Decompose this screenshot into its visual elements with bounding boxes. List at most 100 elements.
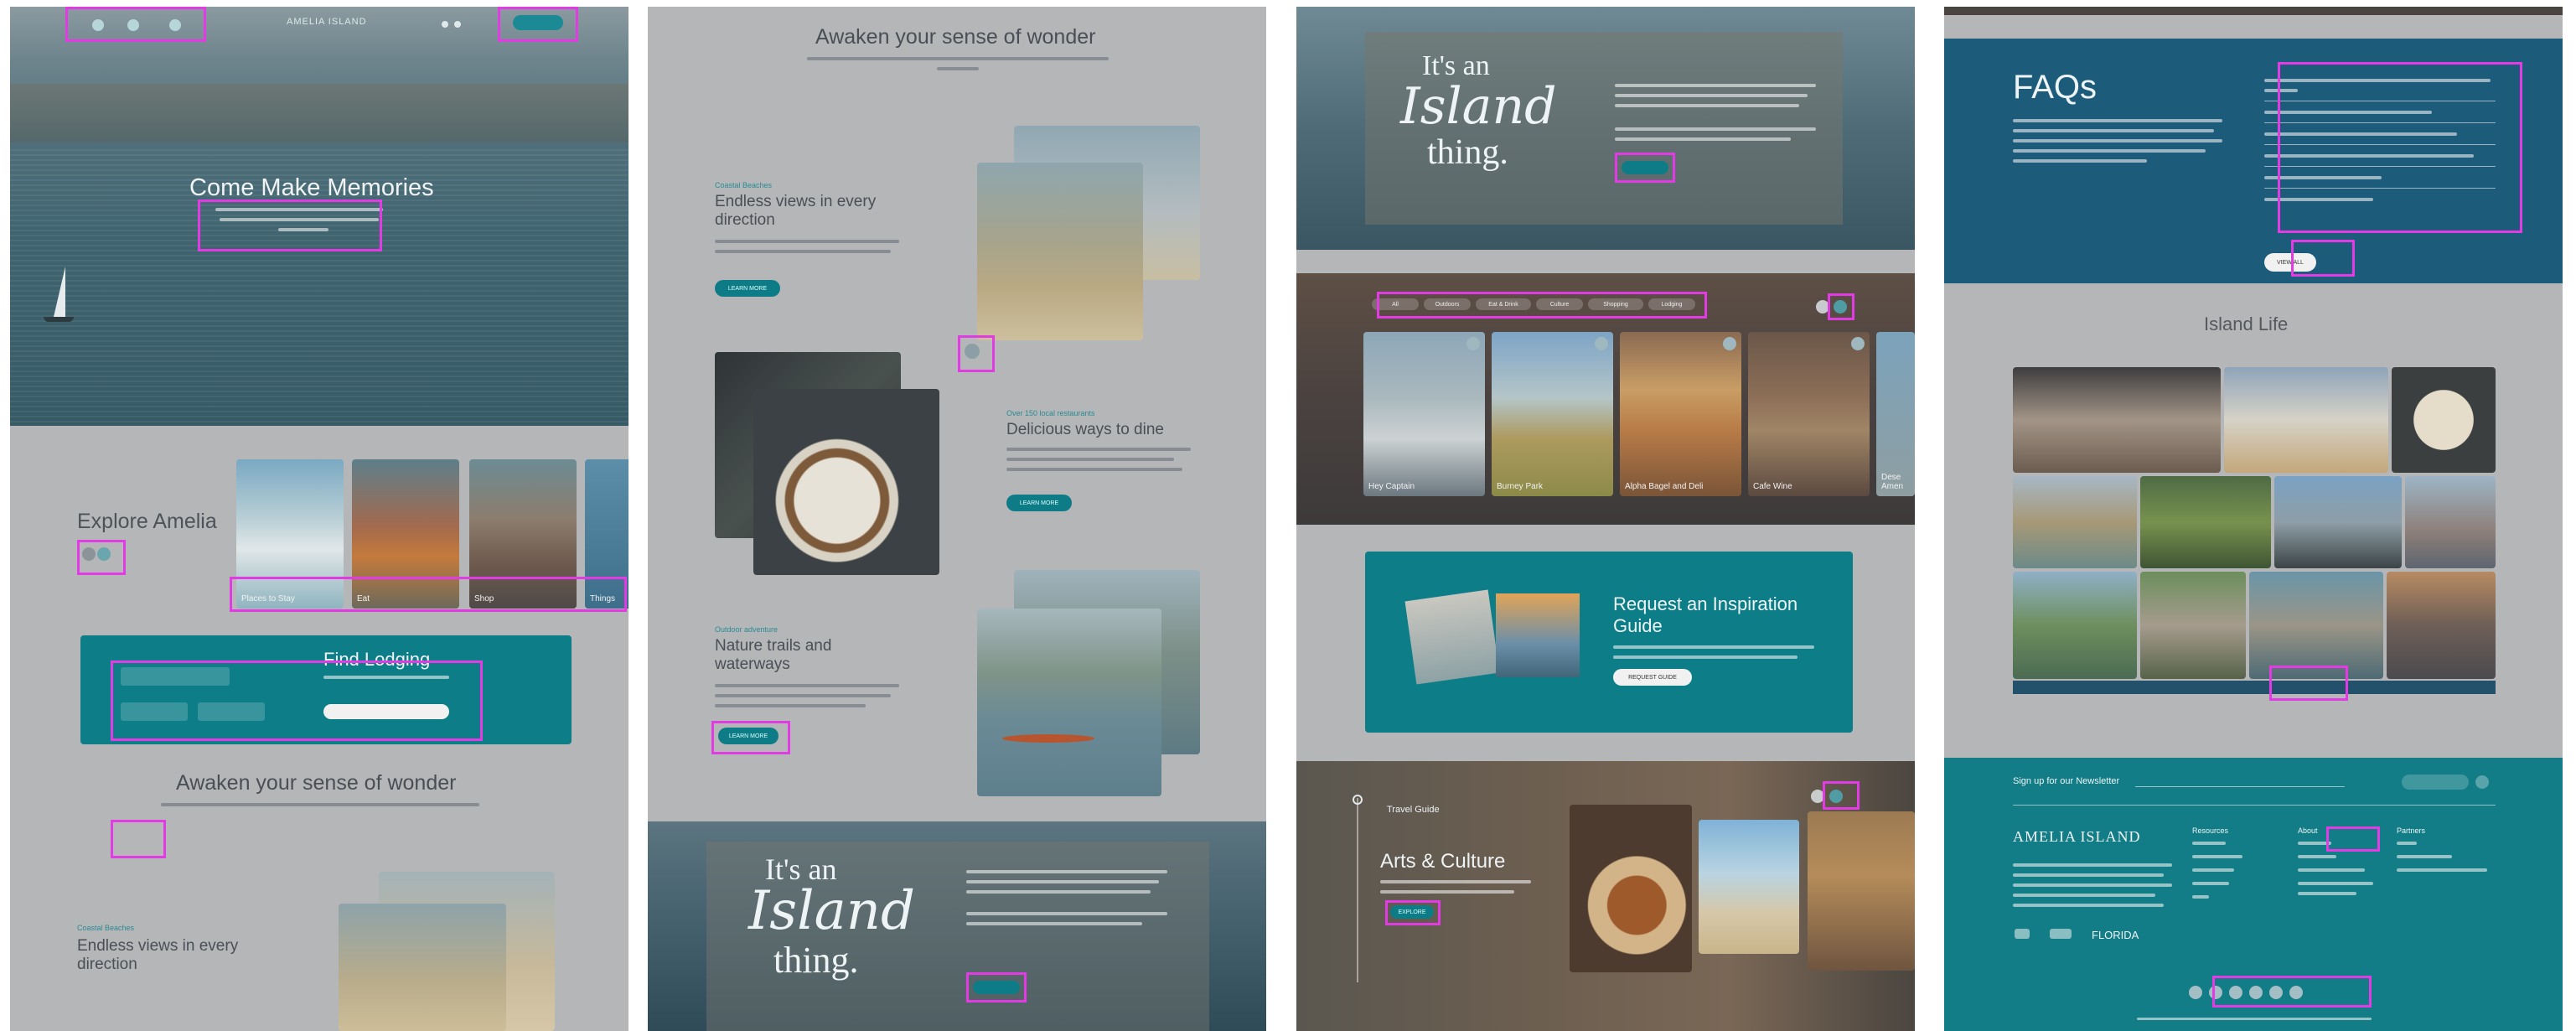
section-desc: [715, 704, 866, 707]
favorite-icon[interactable]: [1851, 337, 1865, 350]
footer-link[interactable]: [2192, 868, 2234, 872]
footer-link[interactable]: [2192, 855, 2242, 858]
favorite-icon[interactable]: [1723, 337, 1736, 350]
favorite-icon[interactable]: [1595, 337, 1608, 350]
gallery-photo[interactable]: [2392, 367, 2496, 473]
island-desc: [966, 912, 1167, 915]
hero-horizon: [10, 84, 628, 142]
kayak-photo: [977, 609, 1161, 796]
faq-section: FAQs VIEW ALL: [1944, 39, 2563, 283]
faq-intro: [2013, 139, 2222, 142]
section-desc: [1006, 448, 1191, 451]
carousel-card[interactable]: Cafe Wine: [1748, 332, 1870, 496]
footer-link[interactable]: [2298, 882, 2373, 885]
facebook-icon[interactable]: [2189, 986, 2202, 999]
timeline-line: [1357, 798, 1358, 982]
faq-intro: [2013, 119, 2222, 122]
highlight-faq-questions: [2278, 62, 2522, 233]
highlight-arts-arrow: [1823, 781, 1860, 810]
gallery-photo[interactable]: [2140, 572, 2246, 679]
awaken-subtitle: [161, 803, 479, 806]
newsletter-submit-button[interactable]: [2402, 775, 2469, 790]
highlight-social-icons: [2212, 976, 2372, 1008]
gallery-photo[interactable]: [2274, 476, 2402, 568]
highlight-learn-more: [711, 721, 790, 754]
highlight-dot: [958, 335, 995, 372]
views-eyebrow: Coastal Beaches: [77, 924, 135, 932]
request-guide-button[interactable]: REQUEST GUIDE: [1613, 669, 1692, 686]
faq-intro: [2013, 149, 2206, 153]
card-label: Burney Park: [1497, 482, 1544, 491]
gallery-photo[interactable]: [2013, 367, 2221, 473]
footer-link[interactable]: [2397, 868, 2487, 872]
carousel-card[interactable]: Hey Captain: [1363, 332, 1485, 496]
highlight-nav-icons: [65, 7, 206, 42]
footer-link[interactable]: [2298, 892, 2356, 895]
explore-title: Explore Amelia: [77, 510, 217, 533]
category-carousel-section: All Outdoors Eat & Drink Culture Shoppin…: [1296, 273, 1915, 525]
section-title: Nature trails and waterways: [715, 637, 832, 673]
footer-about-text: [2013, 863, 2172, 867]
footer-link[interactable]: [2397, 842, 2417, 845]
highlight-explore-button: [1385, 900, 1441, 925]
highlight-book-button: [498, 7, 578, 42]
footer-col-head: Partners: [2397, 826, 2426, 835]
card-label: Hey Captain: [1368, 482, 1415, 491]
footer-legal: [2137, 1018, 2372, 1020]
carousel-card[interactable]: Dese Amen: [1876, 332, 1915, 496]
faq-title: FAQs: [2013, 69, 2098, 106]
search-icon[interactable]: [442, 21, 448, 28]
gallery-photo[interactable]: [2387, 572, 2496, 679]
sailboat-icon: [54, 267, 65, 317]
learn-more-button[interactable]: LEARN MORE: [1006, 495, 1072, 511]
footer-logo[interactable]: AMELIA ISLAND: [2013, 828, 2141, 846]
favorite-icon[interactable]: [1466, 337, 1480, 350]
island-desc: [966, 870, 1167, 873]
island-life-title: Island Life: [2204, 313, 2289, 334]
awaken-subtitle-line-1: [807, 57, 1109, 60]
footer-link[interactable]: [2298, 855, 2336, 858]
newsletter-input[interactable]: [2135, 786, 2345, 787]
gallery-photo[interactable]: [2013, 476, 2137, 568]
footer-link[interactable]: [2397, 855, 2452, 858]
awaken-title: Awaken your sense of wonder: [176, 771, 457, 795]
gallery-photo[interactable]: [2249, 572, 2383, 679]
highlight-hero-subtitle: [198, 199, 382, 251]
section-desc: [715, 694, 891, 697]
guide-desc: [1613, 655, 1798, 659]
learn-more-button[interactable]: LEARN MORE: [715, 280, 780, 297]
arts-eyebrow: Travel Guide: [1387, 805, 1440, 815]
carousel-card[interactable]: Burney Park: [1492, 332, 1613, 496]
site-logo[interactable]: AMELIA ISLAND: [287, 17, 367, 27]
footer-about-text: [2013, 883, 2172, 887]
footer-link[interactable]: [2192, 842, 2226, 845]
newsletter-arrow-icon[interactable]: [2475, 775, 2489, 789]
highlight-footer-link: [2326, 826, 2380, 852]
island-island: Island: [1400, 77, 1557, 136]
island-desc: [1615, 104, 1799, 107]
footer-col-head: Resources: [2192, 826, 2229, 835]
carousel-card[interactable]: Alpha Bagel and Deli: [1620, 332, 1741, 496]
gallery-photo[interactable]: [2013, 572, 2137, 679]
island-desc: [1615, 127, 1816, 131]
island-life-grid: [2013, 367, 2496, 697]
screenshot-panel-island: It's an Island thing. All Outdoors Eat &…: [1296, 7, 1915, 1031]
arts-desc: [1380, 880, 1531, 883]
see-more-bar[interactable]: [2013, 681, 2496, 694]
footer-divider: [2013, 805, 2496, 806]
gallery-photo[interactable]: [2405, 476, 2496, 568]
screenshot-panel-homepage-top: AMELIA ISLAND Come Make Memories Explore…: [10, 7, 628, 1031]
gallery-photo[interactable]: [2224, 367, 2388, 473]
faq-intro: [2013, 159, 2147, 163]
beach-people-photo: [1699, 820, 1799, 954]
footer-link[interactable]: [2192, 895, 2209, 899]
partner-logo-icon: [2015, 929, 2030, 939]
gallery-photo[interactable]: [2140, 476, 2271, 568]
guide-booklet-front: [1496, 593, 1580, 677]
guide-booklet-back: [1404, 589, 1500, 685]
footer-link[interactable]: [2298, 868, 2365, 872]
section-title: Delicious ways to dine: [1006, 421, 1164, 438]
sailboat-hull: [44, 317, 74, 322]
menu-icon[interactable]: [454, 21, 461, 28]
footer-link[interactable]: [2192, 882, 2229, 885]
